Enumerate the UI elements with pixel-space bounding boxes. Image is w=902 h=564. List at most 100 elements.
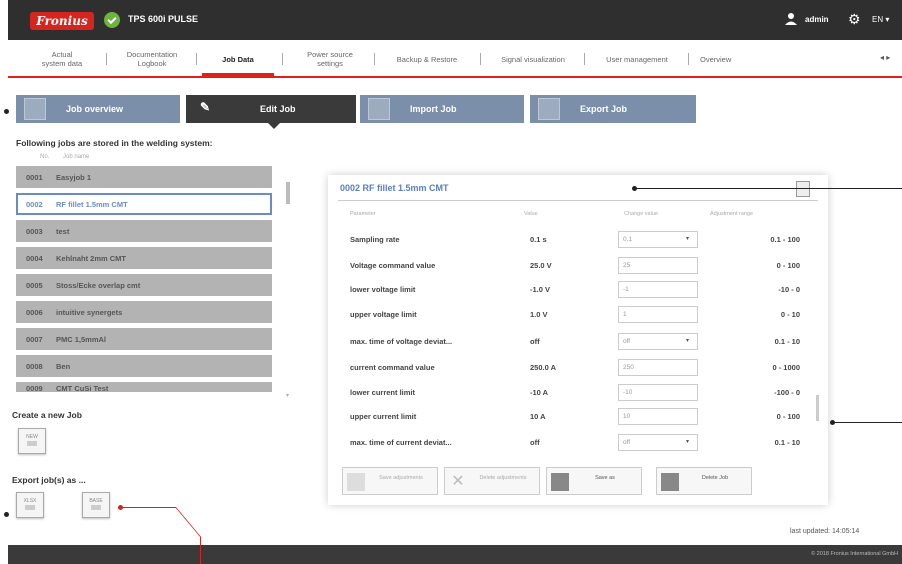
job-name: CMT CuSi Test	[56, 384, 109, 392]
document-icon[interactable]	[796, 181, 810, 197]
nav-label: Job Data	[222, 55, 254, 64]
nav-power-source-settings[interactable]: Power source settings	[300, 50, 360, 68]
list-item[interactable]: 0005 Stoss/Ecke overlap cmt	[16, 274, 272, 296]
job-list: No. Job name 0001 Easyjob 1 0002 RF fillet…	[16, 152, 296, 400]
col-header-name: Job name	[63, 154, 90, 160]
list-item[interactable]: 0007 PMC 1,5mmAl	[16, 328, 272, 350]
user-name[interactable]: admin	[805, 15, 829, 24]
col-header-value: Value	[524, 211, 538, 217]
user-icon[interactable]	[784, 12, 798, 26]
scroll-down-arrow[interactable]: ▾	[286, 392, 289, 399]
delete-job-button[interactable]: Delete Job	[656, 467, 752, 495]
table-row: max. time of current deviat... off off ▾ …	[350, 433, 820, 453]
export-xlsx-icon	[25, 505, 35, 510]
job-name: intuitive synergets	[56, 308, 123, 317]
export-base-label: BASE	[89, 498, 103, 504]
input-value: 25	[623, 262, 631, 269]
nav-backup-restore[interactable]: Backup & Restore	[384, 55, 470, 64]
lower-current-input[interactable]: -10	[618, 384, 698, 401]
job-name: Easyjob 1	[56, 173, 92, 182]
job-number: 0001	[26, 173, 43, 182]
nav-documentation-logbook[interactable]: Documentation Logbook	[120, 50, 184, 68]
param-range: -10 - 0	[778, 285, 800, 294]
job-number: 0002	[26, 200, 43, 209]
nav-job-data[interactable]: Job Data	[202, 55, 274, 76]
param-value: 25.0 V	[530, 261, 552, 270]
param-value: -10 A	[530, 388, 549, 397]
upper-current-input[interactable]: 10	[618, 408, 698, 425]
current-deviation-time-select[interactable]: off ▾	[618, 434, 698, 451]
job-number: 0004	[26, 254, 43, 263]
nav-separator	[282, 53, 283, 65]
input-value: 10	[623, 413, 631, 420]
close-icon: ✕	[451, 473, 465, 490]
chevron-down-icon: ▾	[685, 439, 689, 445]
list-item[interactable]: 0006 intuitive synergets	[16, 301, 272, 323]
export-jobs-title: Export job(s) as ...	[12, 475, 86, 485]
nav-label: Power source settings	[307, 50, 353, 68]
nav-separator	[196, 53, 197, 65]
list-scrollbar[interactable]	[286, 182, 290, 204]
save-adjustments-button[interactable]: Save adjustments	[342, 467, 438, 495]
tab-job-overview[interactable]: Job overview	[16, 95, 180, 123]
param-name: Voltage command value	[350, 261, 436, 270]
param-name: lower voltage limit	[350, 285, 416, 294]
chevron-down-icon: ▾	[685, 236, 689, 242]
nav-signal-visualization[interactable]: Signal visualization	[490, 55, 576, 64]
table-row: upper voltage limit 1.0 V 1 0 - 10	[350, 305, 820, 325]
sampling-rate-select[interactable]: 0.1 ▾	[618, 231, 698, 248]
save-as-button[interactable]: Save as	[546, 467, 642, 495]
new-job-icon	[27, 441, 37, 446]
tab-edit-job[interactable]: ✎ Edit Job	[186, 95, 356, 129]
delete-adjustments-button[interactable]: ✕ Delete adjustments	[444, 467, 540, 495]
param-range: 0 - 100	[776, 261, 800, 270]
input-value: 1	[623, 311, 627, 318]
nav-label: Backup & Restore	[396, 55, 458, 64]
tab-import-job[interactable]: Import Job	[360, 95, 524, 123]
col-header-no: No.	[40, 154, 50, 160]
nav-scroll-arrows[interactable]: ◂ ▸	[880, 53, 890, 62]
param-value: -1.0 V	[530, 285, 551, 294]
job-number: 0006	[26, 308, 43, 317]
param-name: upper voltage limit	[350, 310, 417, 319]
nav-label: Actual system data	[41, 50, 83, 68]
job-name: Ben	[56, 362, 71, 371]
upper-voltage-input[interactable]: 1	[618, 306, 698, 323]
list-item-selected[interactable]: 0002 RF fillet 1.5mm CMT	[16, 193, 272, 215]
list-item[interactable]: 0009 CMT CuSi Test	[16, 382, 272, 392]
voltage-deviation-time-select[interactable]: off ▾	[618, 333, 698, 350]
language-select[interactable]: EN ▾	[872, 15, 889, 24]
nav-separator	[688, 53, 689, 65]
list-item[interactable]: 0004 Kehlnaht 2mm CMT	[16, 247, 272, 269]
nav-actual-system-data[interactable]: Actual system data	[32, 50, 92, 68]
pencil-icon: ✎	[200, 100, 211, 114]
export-base-button[interactable]: BASE	[82, 492, 110, 518]
list-item[interactable]: 0001 Easyjob 1	[16, 166, 272, 188]
export-xlsx-button[interactable]: XLSX	[16, 492, 44, 518]
callout-line-red	[175, 507, 202, 537]
gear-icon[interactable]: ⚙	[848, 12, 862, 26]
button-label: Save adjustments	[379, 475, 423, 481]
job-name: test	[56, 227, 70, 236]
new-job-label: NEW	[26, 434, 38, 440]
current-command-input[interactable]: 250	[618, 359, 698, 376]
callout-dot	[4, 512, 9, 517]
list-item[interactable]: 0003 test	[16, 220, 272, 242]
nav-user-management[interactable]: User management	[594, 55, 680, 64]
lower-voltage-input[interactable]: -1	[618, 281, 698, 298]
panel-scrollbar[interactable]	[816, 395, 819, 421]
job-number: 0007	[26, 335, 43, 344]
nav-overview[interactable]: Overview	[700, 55, 750, 64]
tab-export-job[interactable]: Export Job	[530, 95, 696, 123]
voltage-command-input[interactable]: 25	[618, 257, 698, 274]
col-header-change: Change value	[624, 211, 658, 217]
title-divider	[338, 200, 818, 201]
job-name: PMC 1,5mmAl	[56, 335, 107, 344]
col-header-parameter: Parameter	[350, 211, 376, 217]
new-job-button[interactable]: NEW	[18, 428, 46, 454]
table-row: max. time of voltage deviat... off off ▾ …	[350, 332, 820, 352]
list-item[interactable]: 0008 Ben	[16, 355, 272, 377]
callout-line	[834, 422, 902, 423]
list-header: No. Job name	[16, 152, 296, 166]
param-value: 0.1 s	[530, 235, 547, 244]
